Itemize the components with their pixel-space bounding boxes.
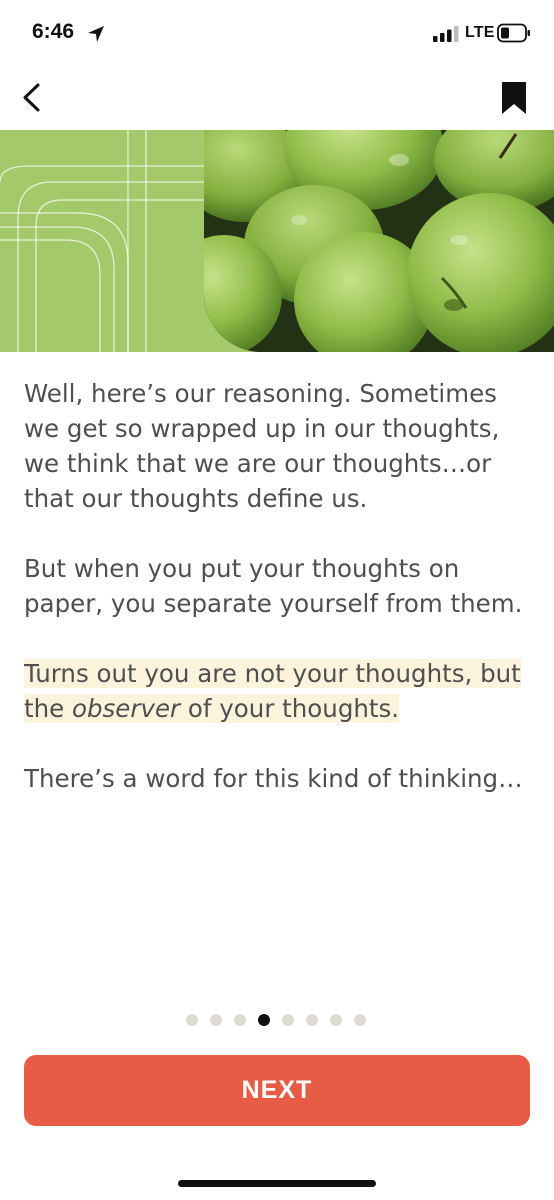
location-arrow-icon [88,26,104,42]
paragraph-3: Turns out you are not your thoughts, but… [24,656,534,726]
page-dot [234,1014,246,1026]
page-dot [354,1014,366,1026]
bookmark-button[interactable] [496,78,532,118]
decorative-lines [0,130,210,352]
page-dot [210,1014,222,1026]
page-dot-active [258,1014,270,1026]
page-indicator [186,1014,376,1028]
page-dot [186,1014,198,1026]
status-bar: 6:46 LTE [0,0,554,70]
page-dot [282,1014,294,1026]
green-apples-photo [204,130,554,352]
battery-icon [497,23,530,43]
signal-bars-icon [433,26,459,42]
lesson-text: Well, here’s our reasoning. Sometimes we… [24,376,534,831]
highlight-text-end: of your thoughts. [180,694,400,723]
home-indicator [178,1180,376,1187]
page-dot [306,1014,318,1026]
next-button-label: NEXT [241,1076,313,1104]
page-dot [330,1014,342,1026]
paragraph-1: Well, here’s our reasoning. Sometimes we… [24,379,500,513]
chevron-left-icon [23,83,40,112]
hero-image [0,130,554,352]
lesson-screen: 6:46 LTE Well, here’s our reasoning. Som… [0,0,554,1200]
bookmark-icon [502,82,526,114]
status-time: 6:46 [32,20,75,43]
highlighted-text: Turns out you are not your thoughts, but… [24,659,521,723]
network-label: LTE [465,24,495,41]
back-button[interactable] [16,78,52,118]
paragraph-2: But when you put your thoughts on paper,… [24,554,523,618]
emphasis-word: observer [72,694,181,723]
paragraph-4: There’s a word for this kind of thinking… [24,764,523,793]
next-button[interactable]: NEXT [24,1055,530,1126]
